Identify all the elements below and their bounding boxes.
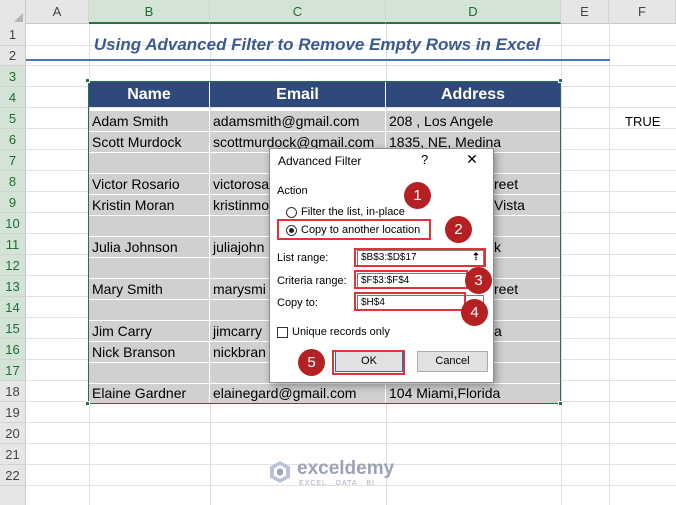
step-badge-4: 4: [461, 299, 488, 326]
copy-to-value: $H$4: [361, 297, 385, 308]
sheet-title: Using Advanced Filter to Remove Empty Ro…: [93, 35, 541, 54]
table-cell[interactable]: Scott Murdock: [89, 132, 210, 153]
list-range-label: List range:: [277, 252, 329, 264]
select-all-corner[interactable]: [0, 0, 26, 24]
row-header[interactable]: 9: [0, 192, 25, 213]
table-cell[interactable]: adamsmith@gmail.com: [210, 111, 386, 132]
table-cell[interactable]: [89, 363, 210, 384]
table-cell[interactable]: [89, 300, 210, 321]
exceldemy-logo-icon: [270, 461, 290, 483]
title-underline: [26, 59, 610, 61]
action-group-label: Action: [277, 185, 308, 197]
row-header[interactable]: 11: [0, 234, 25, 255]
table-header-name[interactable]: Name: [89, 82, 210, 107]
table-cell[interactable]: elainegard@gmail.com: [210, 384, 386, 404]
filter-in-place-radio[interactable]: [286, 207, 297, 218]
row-header[interactable]: 19: [0, 402, 25, 423]
column-header-c[interactable]: C: [210, 0, 386, 24]
cell-f4-value[interactable]: TRUE: [625, 114, 660, 129]
table-cell[interactable]: [89, 258, 210, 279]
criteria-range-label: Criteria range:: [277, 275, 347, 287]
column-header-f[interactable]: F: [609, 0, 676, 24]
row-header[interactable]: 22: [0, 465, 25, 486]
table-cell[interactable]: [89, 153, 210, 174]
column-header-b[interactable]: B: [89, 0, 210, 24]
unique-records-label[interactable]: Unique records only: [292, 326, 390, 338]
step-badge-3: 3: [465, 267, 492, 294]
table-header-email[interactable]: Email: [210, 82, 386, 107]
row-header[interactable]: 12: [0, 255, 25, 276]
column-header-a[interactable]: A: [26, 0, 89, 24]
row-header[interactable]: 2: [0, 46, 25, 66]
row-header[interactable]: 3: [0, 66, 25, 87]
table-cell[interactable]: Julia Johnson: [89, 237, 210, 258]
row-header[interactable]: 13: [0, 276, 25, 297]
ok-button[interactable]: OK: [335, 351, 403, 372]
table-cell[interactable]: 104 Miami,Florida: [386, 384, 561, 404]
close-icon: ✕: [466, 151, 478, 167]
table-cell[interactable]: Adam Smith: [89, 111, 210, 132]
table-cell[interactable]: Victor Rosario: [89, 174, 210, 195]
list-range-value: $B$3:$D$17: [361, 252, 417, 263]
filter-in-place-label[interactable]: Filter the list, in-place: [301, 206, 405, 218]
row-header[interactable]: 8: [0, 171, 25, 192]
row-header[interactable]: 14: [0, 297, 25, 318]
column-header-d[interactable]: D: [386, 0, 561, 24]
selection-handle[interactable]: [558, 401, 563, 406]
column-header-bar: A B C D E F: [0, 0, 676, 24]
copy-to-location-radio[interactable]: [286, 225, 297, 236]
step-badge-2: 2: [445, 216, 472, 243]
cancel-button[interactable]: Cancel: [417, 351, 488, 372]
watermark-name: exceldemy: [297, 458, 395, 479]
row-header-bar: 1 2 3 4 5 6 7 8 9 10 11 12 13 14 15 16 1…: [0, 24, 26, 505]
copy-to-location-label[interactable]: Copy to another location: [301, 224, 420, 236]
row-header[interactable]: 20: [0, 423, 25, 444]
row-header[interactable]: 6: [0, 129, 25, 150]
row-header[interactable]: 7: [0, 150, 25, 171]
row-header[interactable]: 17: [0, 360, 25, 381]
selection-handle[interactable]: [85, 401, 90, 406]
table-cell[interactable]: Elaine Gardner: [89, 384, 210, 404]
column-header-e[interactable]: E: [561, 0, 609, 24]
row-header[interactable]: 5: [0, 108, 25, 129]
table-header-address[interactable]: Address: [386, 82, 561, 107]
selection-handle[interactable]: [558, 78, 563, 83]
table-cell[interactable]: 208 , Los Angele: [386, 111, 561, 132]
row-header[interactable]: 4: [0, 87, 25, 108]
step-badge-1: 1: [404, 182, 431, 209]
step-badge-5: 5: [298, 349, 325, 376]
unique-records-checkbox[interactable]: [277, 327, 288, 338]
table-cell[interactable]: Kristin Moran: [89, 195, 210, 216]
advanced-filter-dialog: Advanced Filter ? ✕ Action Filter the li…: [269, 148, 494, 383]
row-header[interactable]: 18: [0, 381, 25, 402]
table-cell[interactable]: Nick Branson: [89, 342, 210, 363]
row-header[interactable]: 16: [0, 339, 25, 360]
collapse-dialog-icon[interactable]: ⇡: [470, 252, 482, 264]
table-cell[interactable]: Jim Carry: [89, 321, 210, 342]
watermark-tagline: EXCEL · DATA · BI: [299, 480, 375, 487]
row-header[interactable]: 1: [0, 24, 25, 46]
dialog-title: Advanced Filter: [278, 154, 362, 168]
selection-handle[interactable]: [85, 78, 90, 83]
table-cell[interactable]: [89, 216, 210, 237]
table-cell[interactable]: Mary Smith: [89, 279, 210, 300]
help-button[interactable]: ?: [421, 152, 428, 167]
row-header[interactable]: 15: [0, 318, 25, 339]
row-header[interactable]: 21: [0, 444, 25, 465]
list-range-input[interactable]: $B$3:$D$17 ⇡: [357, 250, 484, 266]
row-header[interactable]: 10: [0, 213, 25, 234]
copy-to-label: Copy to:: [277, 297, 318, 309]
close-button[interactable]: ✕: [462, 151, 482, 169]
criteria-range-value: $F$3:$F$4: [361, 275, 410, 286]
